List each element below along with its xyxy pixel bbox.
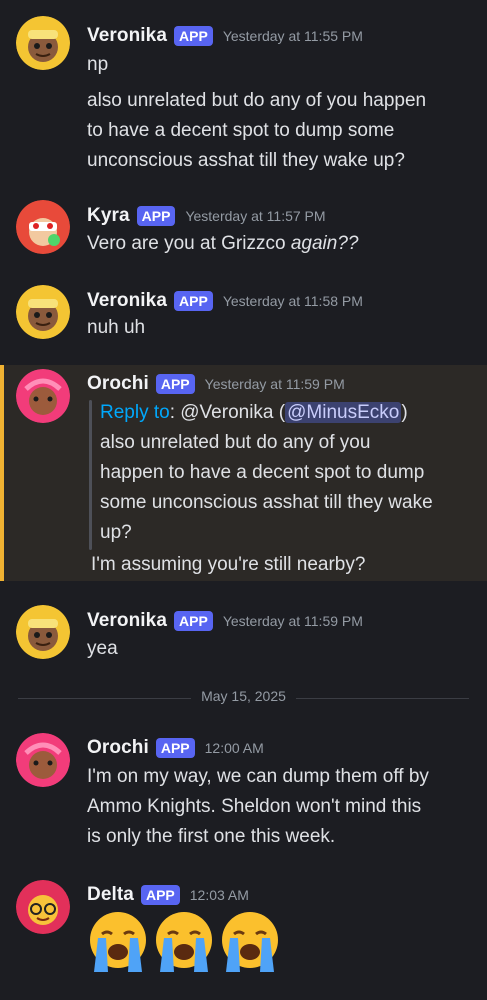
message-line: I'm on my way, we can dump them off by: [87, 766, 429, 787]
message-content: Vero are you at Grizzco again??: [87, 229, 473, 259]
avatar-orochi[interactable]: [16, 733, 70, 787]
quote-line: also unrelated but do any of you: [100, 432, 371, 453]
message-line: np: [87, 54, 109, 75]
avatar-delta[interactable]: [16, 880, 70, 934]
reply-to-target: : @Veronika (: [169, 402, 286, 423]
avatar-veronika[interactable]: [16, 285, 70, 339]
message-line: nuh uh: [87, 317, 146, 338]
message-line: also unrelated but do any of you happen: [87, 90, 427, 111]
avatar-kyra[interactable]: [16, 200, 70, 254]
reply-close: ): [401, 402, 408, 423]
reply-to-link[interactable]: Reply to: [100, 402, 170, 423]
author-name[interactable]: Veronika: [87, 290, 167, 312]
quote-line: some unconscious asshat till they wake: [100, 492, 433, 513]
author-name[interactable]: Delta: [87, 884, 134, 906]
timestamp: 12:00 AM: [204, 740, 264, 756]
app-badge: APP: [174, 26, 213, 46]
message-line: unconscious asshat till they wake up?: [87, 150, 405, 171]
app-badge: APP: [155, 374, 195, 394]
timestamp: Yesterday at 11:59 PM: [222, 613, 363, 629]
message-content: I'm on my way, we can dump them off by A…: [87, 762, 473, 852]
app-badge: APP: [136, 206, 176, 226]
author-name[interactable]: Veronika: [87, 25, 167, 47]
loudly-crying-face-icon[interactable]: [216, 908, 284, 976]
app-badge: APP: [174, 611, 213, 631]
avatar-veronika[interactable]: [16, 16, 70, 70]
quote-line: up?: [100, 522, 132, 543]
mention-highlight-bar: [0, 365, 4, 581]
reply-header: Reply to: @Veronika (@MinusEcko): [100, 398, 473, 428]
message-content: nuh uh: [87, 313, 473, 343]
message-line: I'm assuming you're still nearby?: [91, 554, 366, 575]
timestamp: Yesterday at 11:59 PM: [204, 376, 345, 392]
message-text: Vero are you at Grizzco: [87, 233, 291, 254]
author-name[interactable]: Kyra: [87, 205, 130, 227]
reply-quote: Reply to: @Veronika (@MinusEcko) also un…: [100, 398, 473, 548]
message-line: Ammo Knights. Sheldon won't mind this: [87, 796, 422, 817]
user-mention[interactable]: @MinusEcko: [285, 402, 402, 423]
message-content: I'm assuming you're still nearby?: [91, 550, 473, 580]
avatar-veronika[interactable]: [16, 605, 70, 659]
loudly-crying-face-icon[interactable]: [150, 908, 218, 976]
app-badge: APP: [174, 291, 213, 311]
message-content: yea: [87, 634, 473, 664]
timestamp: Yesterday at 11:55 PM: [222, 28, 363, 44]
message-line: to have a decent spot to dump some: [87, 120, 395, 141]
timestamp: Yesterday at 11:58 PM: [222, 293, 363, 309]
message-line: yea: [87, 638, 118, 659]
timestamp: 12:03 AM: [189, 887, 249, 903]
author-name[interactable]: Orochi: [87, 373, 149, 395]
timestamp: Yesterday at 11:57 PM: [185, 208, 326, 224]
message-text-italic: again??: [290, 233, 359, 254]
message-line: is only the first one this week.: [87, 826, 336, 847]
author-name[interactable]: Veronika: [87, 610, 167, 632]
app-badge: APP: [140, 885, 180, 905]
quote-bar: [89, 400, 92, 550]
avatar-orochi[interactable]: [16, 369, 70, 423]
date-divider-label: May 15, 2025: [191, 688, 296, 704]
author-name[interactable]: Orochi: [87, 737, 149, 759]
app-badge: APP: [155, 738, 195, 758]
date-divider: May 15, 2025: [0, 688, 487, 706]
message-content: np also unrelated but do any of you happ…: [87, 50, 473, 176]
loudly-crying-face-icon[interactable]: [84, 908, 152, 976]
quote-line: happen to have a decent spot to dump: [100, 462, 425, 483]
